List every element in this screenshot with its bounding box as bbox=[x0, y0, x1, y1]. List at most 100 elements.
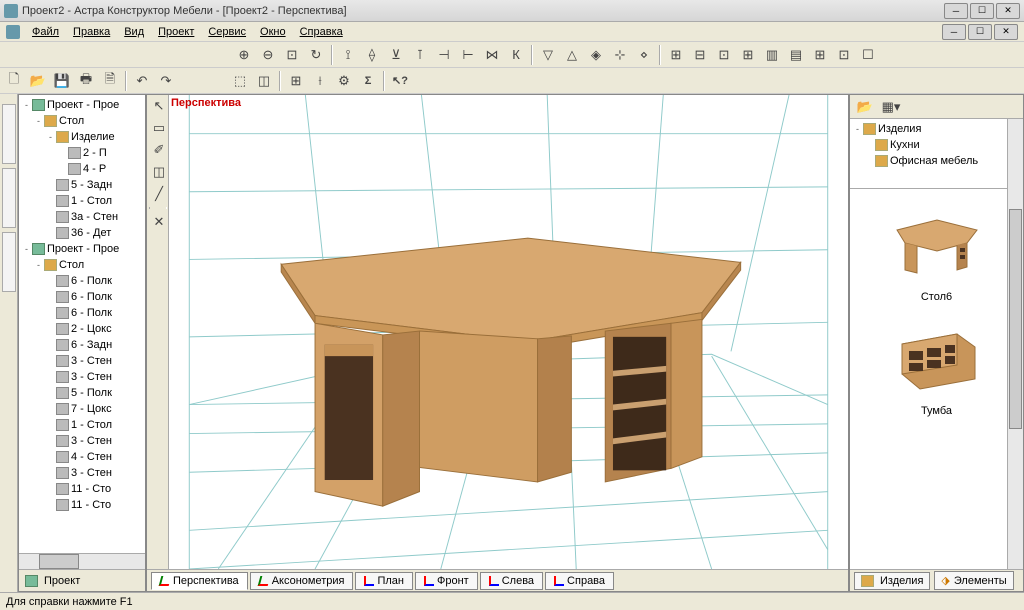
tree-node[interactable]: -Проект - Прое bbox=[21, 241, 143, 257]
gears-icon[interactable]: ⚙ bbox=[333, 70, 355, 92]
layout-icon[interactable]: ⊞ bbox=[809, 44, 831, 66]
tree-node[interactable]: 6 - Задн bbox=[21, 337, 143, 353]
3d-viewport[interactable]: Перспектива bbox=[169, 95, 848, 569]
library-tree[interactable]: -Изделия Кухни Офисная мебель bbox=[850, 119, 1023, 189]
tree-node[interactable]: 5 - Полк bbox=[21, 385, 143, 401]
tab-perspective[interactable]: Перспектива bbox=[151, 572, 248, 590]
mdi-close-button[interactable]: ✕ bbox=[994, 24, 1018, 40]
menu-file[interactable]: Файл bbox=[26, 24, 65, 40]
measure-icon[interactable]: ⟊ bbox=[309, 70, 331, 92]
tree-node[interactable]: 4 - Р bbox=[21, 161, 143, 177]
tree-node[interactable]: 6 - Полк bbox=[21, 289, 143, 305]
layout-icon[interactable]: ⊡ bbox=[833, 44, 855, 66]
tab-right[interactable]: Справа bbox=[545, 572, 614, 590]
tool-icon[interactable]: ⊹ bbox=[609, 44, 631, 66]
zoom-fit-icon[interactable]: ⊡ bbox=[281, 44, 303, 66]
tool-icon[interactable]: ⋄ bbox=[633, 44, 655, 66]
cut-icon[interactable]: ✕ bbox=[148, 211, 170, 233]
tree-node[interactable]: 3 - Стен bbox=[21, 433, 143, 449]
select-icon[interactable]: ⬚ bbox=[229, 70, 251, 92]
tool-icon[interactable]: ⊢ bbox=[457, 44, 479, 66]
dock-tab[interactable] bbox=[2, 104, 16, 164]
tab-elements[interactable]: ⬗Элементы bbox=[934, 571, 1013, 590]
menu-help[interactable]: Справка bbox=[294, 24, 349, 40]
tree-node[interactable]: -Стол bbox=[21, 257, 143, 273]
tab-plan[interactable]: План bbox=[355, 572, 413, 590]
tool-icon[interactable]: △ bbox=[561, 44, 583, 66]
tree-node[interactable]: 2 - П bbox=[21, 145, 143, 161]
tool-icon[interactable]: ⊞ bbox=[285, 70, 307, 92]
tree-node[interactable]: 6 - Полк bbox=[21, 273, 143, 289]
layout-icon[interactable]: ▤ bbox=[785, 44, 807, 66]
tree-node[interactable]: 11 - Сто bbox=[21, 481, 143, 497]
print-preview-icon[interactable]: 🗎 bbox=[99, 70, 121, 92]
tree-node[interactable]: 2 - Цокс bbox=[21, 321, 143, 337]
tree-node[interactable]: Кухни bbox=[852, 137, 1021, 153]
tree-node[interactable]: 3 - Стен bbox=[21, 353, 143, 369]
tool-icon[interactable]: ⊻ bbox=[385, 44, 407, 66]
tree-node[interactable]: 3 - Стен bbox=[21, 465, 143, 481]
tree-node[interactable]: 11 - Сто bbox=[21, 497, 143, 513]
dock-tab[interactable] bbox=[2, 168, 16, 228]
box-icon[interactable]: ▭ bbox=[148, 117, 170, 139]
menu-view[interactable]: Вид bbox=[118, 24, 150, 40]
menu-edit[interactable]: Правка bbox=[67, 24, 116, 40]
undo-icon[interactable]: ↶ bbox=[131, 70, 153, 92]
menu-window[interactable]: Окно bbox=[254, 24, 292, 40]
menu-project[interactable]: Проект bbox=[152, 24, 200, 40]
tool-icon[interactable]: ⋈ bbox=[481, 44, 503, 66]
tree-node[interactable]: 1 - Стол bbox=[21, 417, 143, 433]
edit-icon[interactable]: ✐ bbox=[148, 139, 170, 161]
layout-icon[interactable]: ⊟ bbox=[689, 44, 711, 66]
save-icon[interactable]: 💾 bbox=[51, 70, 73, 92]
help-cursor-icon[interactable]: ↖? bbox=[389, 70, 411, 92]
tree-node[interactable]: 3а - Стен bbox=[21, 209, 143, 225]
grid-view-icon[interactable]: ▦▾ bbox=[880, 96, 902, 118]
layout-icon[interactable]: ☐ bbox=[857, 44, 879, 66]
tree-node[interactable]: 4 - Стен bbox=[21, 449, 143, 465]
line-icon[interactable]: ╱ bbox=[148, 183, 170, 205]
dock-tab[interactable] bbox=[2, 232, 16, 292]
project-tree-tab[interactable]: Проект bbox=[19, 569, 145, 591]
layout-icon[interactable]: ⊞ bbox=[665, 44, 687, 66]
tree-node[interactable]: 3 - Стен bbox=[21, 369, 143, 385]
open-icon[interactable]: 📂 bbox=[27, 70, 49, 92]
print-icon[interactable]: 🖶 bbox=[75, 70, 97, 92]
project-tree[interactable]: -Проект - Прое-Стол-Изделие 2 - П 4 - Р … bbox=[19, 95, 145, 553]
layout-icon[interactable]: ⊞ bbox=[737, 44, 759, 66]
tool-icon[interactable]: ⊣ bbox=[433, 44, 455, 66]
tree-node[interactable]: -Изделие bbox=[21, 129, 143, 145]
tool-icon[interactable]: ◫ bbox=[253, 70, 275, 92]
open-folder-icon[interactable]: 📂 bbox=[854, 96, 876, 118]
tab-left[interactable]: Слева bbox=[480, 572, 543, 590]
tree-node[interactable]: -Изделия bbox=[852, 121, 1021, 137]
new-icon[interactable]: 🗋 bbox=[3, 70, 25, 92]
cursor-icon[interactable]: ↖ bbox=[148, 95, 170, 117]
redo-icon[interactable]: ↷ bbox=[155, 70, 177, 92]
tree-node[interactable]: 1 - Стол bbox=[21, 193, 143, 209]
layout-icon[interactable]: ⊡ bbox=[713, 44, 735, 66]
layout-icon[interactable]: ▥ bbox=[761, 44, 783, 66]
zoom-out-icon[interactable]: ⊖ bbox=[257, 44, 279, 66]
tree-node[interactable]: -Проект - Прое bbox=[21, 97, 143, 113]
close-button[interactable]: ✕ bbox=[996, 3, 1020, 19]
move-icon[interactable]: ◫ bbox=[148, 161, 170, 183]
mdi-minimize-button[interactable]: ─ bbox=[942, 24, 966, 40]
gallery-item[interactable]: Стол6 bbox=[882, 197, 992, 303]
tree-node[interactable]: 5 - Задн bbox=[21, 177, 143, 193]
tree-node[interactable]: -Стол bbox=[21, 113, 143, 129]
vertical-scrollbar[interactable] bbox=[1007, 119, 1023, 569]
tool-icon[interactable]: ⟟ bbox=[337, 44, 359, 66]
tab-axonometry[interactable]: Аксонометрия bbox=[250, 572, 354, 590]
tree-node[interactable]: 6 - Полк bbox=[21, 305, 143, 321]
tool-icon[interactable]: ⟠ bbox=[361, 44, 383, 66]
tool-icon[interactable]: ⊺ bbox=[409, 44, 431, 66]
maximize-button[interactable]: ☐ bbox=[970, 3, 994, 19]
minimize-button[interactable]: ─ bbox=[944, 3, 968, 19]
tool-icon[interactable]: ▽ bbox=[537, 44, 559, 66]
tool-icon[interactable]: ◈ bbox=[585, 44, 607, 66]
tab-front[interactable]: Фронт bbox=[415, 572, 478, 590]
tree-node[interactable]: 36 - Дет bbox=[21, 225, 143, 241]
sum-icon[interactable]: Σ bbox=[357, 70, 379, 92]
menu-service[interactable]: Сервис bbox=[202, 24, 252, 40]
